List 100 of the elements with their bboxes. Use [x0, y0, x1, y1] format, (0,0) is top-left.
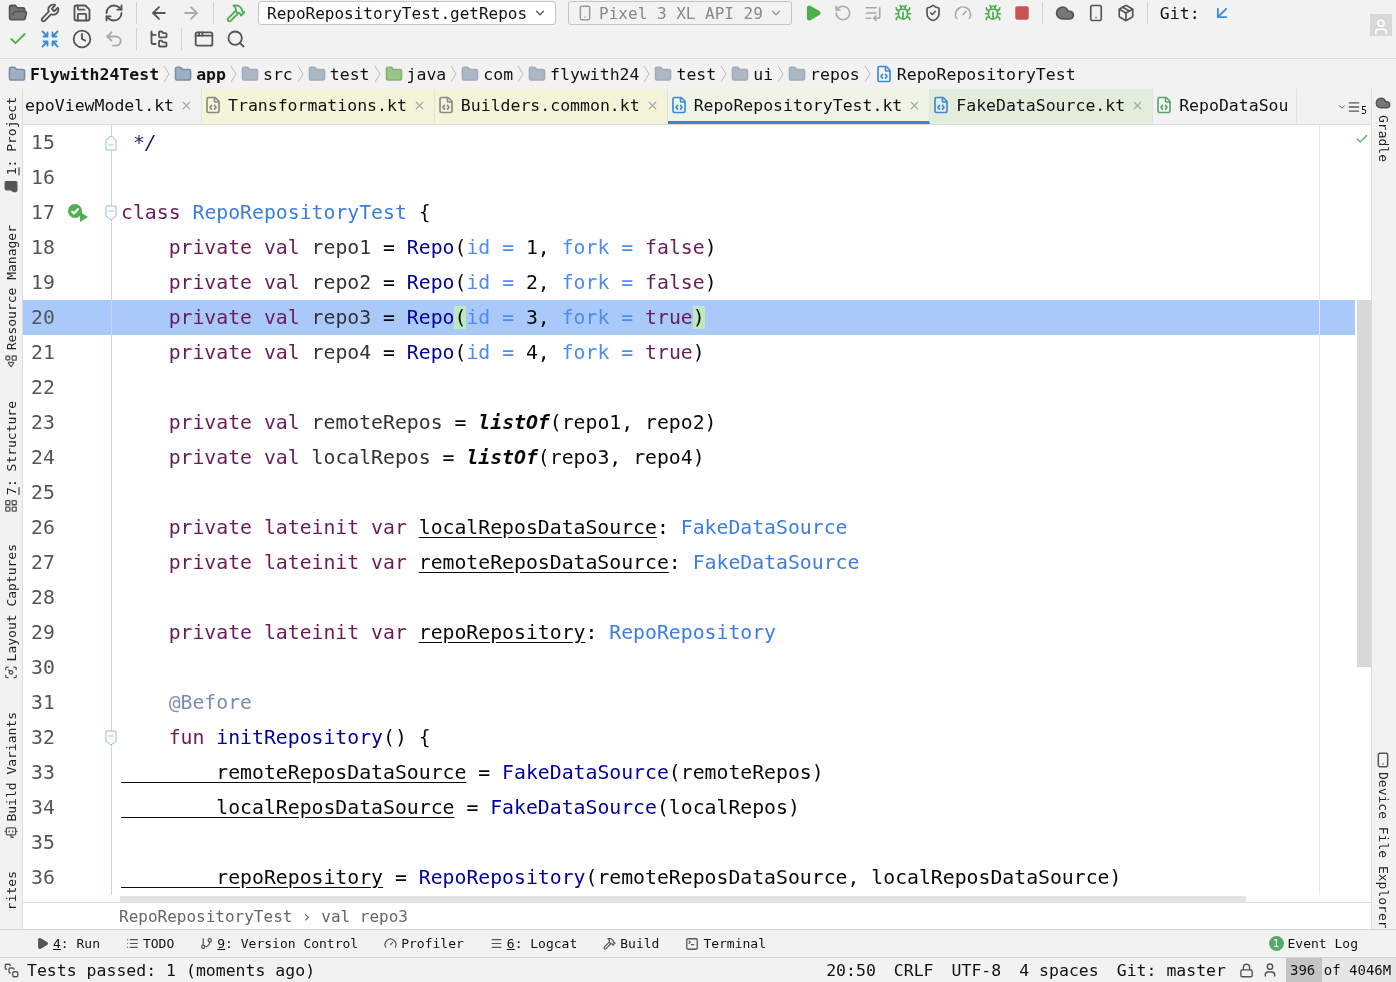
undo-icon[interactable] [104, 29, 124, 49]
tool-window-button[interactable]: 6: Logcat [489, 936, 578, 951]
separator-icon [373, 65, 381, 83]
box-icon[interactable] [1116, 4, 1135, 22]
file-tab[interactable]: epoViewModel.kt [23, 89, 202, 124]
breadcrumb-item[interactable]: repos [788, 64, 860, 84]
shapes-icon [4, 354, 18, 369]
code-line: remoteReposDataSource = FakeDataSource(remoteRepos) [215, 761, 824, 784]
avatar-icon[interactable] [1370, 14, 1392, 36]
line-number: 27 [30, 551, 56, 574]
stop-icon[interactable] [1013, 5, 1030, 21]
caret-position[interactable]: 20:50 [821, 960, 881, 980]
wrench-icon[interactable] [40, 3, 60, 23]
tab-list-button[interactable]: 5 [1336, 89, 1371, 124]
file-tab[interactable]: Builders.common.kt [434, 89, 668, 124]
inspector-icon[interactable] [1262, 962, 1278, 978]
line-separator[interactable]: CRLF [888, 960, 939, 980]
check-icon [1355, 132, 1369, 146]
tool-window-button[interactable]: Terminal [685, 936, 766, 951]
capture-icon [4, 665, 18, 680]
tool-window-button[interactable]: 4: Run [36, 936, 100, 951]
breadcrumb-item[interactable]: RepoRepositoryTest [874, 64, 1076, 84]
gauge-icon [384, 937, 398, 950]
file-tab[interactable]: RepoRepositoryTest.kt [667, 89, 931, 124]
play-icon [36, 937, 49, 950]
class-icon [932, 96, 951, 114]
panel-icon[interactable] [4, 962, 19, 978]
line-number: 32 [30, 726, 56, 749]
breadcrumb-item[interactable]: test [307, 64, 370, 84]
refresh-icon[interactable] [104, 3, 124, 23]
hammer-icon [603, 937, 617, 950]
tool-window-button[interactable]: Build [603, 936, 660, 951]
save-icon[interactable] [72, 3, 92, 23]
fold-marker-icon[interactable] [105, 204, 117, 221]
breadcrumb-item[interactable]: app [174, 64, 226, 84]
separator-icon [296, 65, 304, 83]
breadcrumb-item[interactable]: java [384, 64, 447, 84]
bug-icon[interactable] [893, 4, 912, 22]
forward-arrow-icon[interactable] [181, 3, 201, 23]
code-line: private val remoteRepos = listOf(repo1, repo2) [167, 411, 717, 434]
tool-window-button[interactable]: Profiler [384, 936, 464, 951]
tool-window-tab[interactable]: rites [0, 871, 22, 911]
run-configuration-dropdown[interactable]: RepoRepositoryTest.getRepos [258, 1, 557, 25]
clock-icon[interactable] [72, 29, 92, 49]
breadcrumb-item[interactable]: com [461, 64, 514, 84]
branch-icon [200, 937, 214, 950]
code-line: private lateinit var remoteReposDataSource: FakeDataSource [167, 551, 860, 574]
tool-window-button[interactable]: 9: Version Control [200, 936, 359, 951]
breadcrumb-item[interactable]: ui [731, 64, 774, 84]
tool-window-tab[interactable]: 7: Structure [0, 400, 22, 513]
fold-marker-icon[interactable] [105, 134, 117, 151]
rerun-icon[interactable] [833, 4, 852, 22]
event-log-button[interactable]: 1 Event Log [1268, 936, 1358, 951]
breadcrumb-item[interactable]: flywith24 [528, 64, 640, 84]
back-arrow-icon[interactable] [149, 3, 169, 23]
cloud-icon[interactable] [1054, 3, 1075, 23]
window-icon[interactable] [194, 29, 214, 49]
separator-icon [777, 65, 785, 83]
code-line: @Before [167, 691, 252, 714]
tool-window-button[interactable]: TODO [125, 936, 175, 951]
scrollbar-thumb[interactable] [1357, 300, 1371, 667]
line-number: 34 [30, 796, 56, 819]
code-line: private val localRepos = listOf(repo3, repo4) [167, 446, 705, 469]
folder-tree-icon[interactable] [149, 29, 169, 49]
hammer-icon[interactable] [226, 3, 246, 23]
list-icon[interactable] [863, 4, 882, 22]
code-line: localReposDataSource = FakeDataSource(localRepos) [215, 796, 800, 819]
breadcrumb-item[interactable]: test [654, 64, 717, 84]
lock-icon[interactable] [1239, 962, 1254, 978]
run-test-icon[interactable] [67, 202, 89, 223]
git-branch[interactable]: Git: master [1111, 960, 1231, 980]
indent-setting[interactable]: 4 spaces [1014, 960, 1104, 980]
line-number: 16 [30, 166, 56, 189]
code-line: private val repo3 = Repo(id = 3, fork = true) [167, 306, 705, 329]
tool-window-tab[interactable]: Resource Manager [0, 225, 22, 369]
tool-window-tab[interactable]: Gradle [1372, 95, 1394, 162]
shrink-icon[interactable] [40, 29, 60, 49]
code-line: private val repo2 = Repo(id = 2, fork = false) [167, 271, 717, 294]
file-tab[interactable]: Transformations.kt [202, 89, 435, 124]
tool-window-tab[interactable]: Layout Captures [0, 544, 22, 680]
file-tab[interactable]: FakeDataSource.kt [930, 89, 1154, 124]
folder-open-icon[interactable] [8, 3, 28, 23]
line-number: 36 [30, 866, 56, 889]
file-icon [436, 96, 455, 114]
search-icon[interactable] [226, 29, 246, 49]
breadcrumb-item[interactable]: Flywith24Test [8, 64, 160, 84]
file-encoding[interactable]: UTF-8 [946, 960, 1007, 980]
line-number: 31 [30, 691, 56, 714]
file-icon [204, 96, 222, 114]
lines-icon [1346, 99, 1361, 114]
shield-icon[interactable] [923, 4, 942, 22]
fold-marker-icon[interactable] [105, 729, 117, 746]
line-number: 30 [30, 656, 56, 679]
tool-window-tab[interactable]: 1: Project [0, 97, 22, 194]
breadcrumb-item[interactable]: src [240, 64, 293, 84]
navigation-path[interactable]: RepoRepositoryTest › val repo3 [119, 906, 408, 926]
tool-window-tab[interactable]: Build Variants [0, 711, 22, 840]
gauge-icon[interactable] [953, 4, 972, 22]
tool-window-tab[interactable]: Device File Explorer [1372, 752, 1394, 929]
bug-icon[interactable] [983, 4, 1002, 22]
